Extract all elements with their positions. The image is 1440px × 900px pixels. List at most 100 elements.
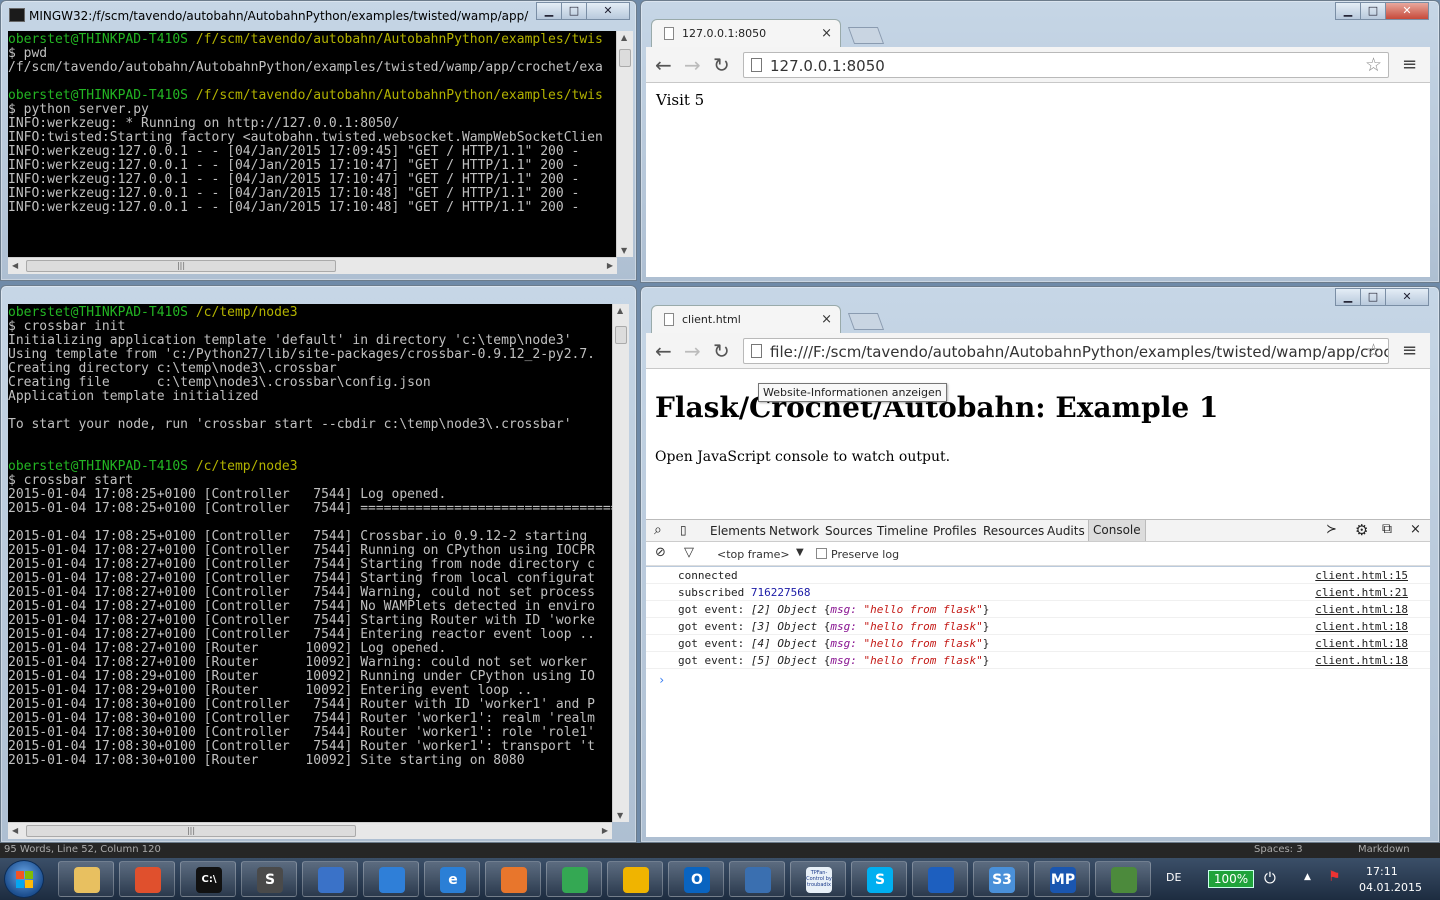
console-source-link[interactable]: client.html:18 <box>1315 620 1408 633</box>
tab-profiles[interactable]: Profiles <box>933 524 977 538</box>
language-indicator[interactable]: DE <box>1166 871 1181 884</box>
taskbar-app-button[interactable] <box>607 861 663 897</box>
tab-active[interactable]: client.html × <box>651 305 841 333</box>
tab-audits[interactable]: Audits <box>1047 524 1085 538</box>
console-output[interactable]: connected client.html:15 subscribed 716227… <box>646 567 1430 837</box>
preserve-log-checkbox[interactable] <box>816 548 827 559</box>
taskbar-app-button[interactable]: S <box>851 861 907 897</box>
clear-console-icon[interactable]: ⊘ <box>655 545 666 560</box>
scroll-up-icon[interactable]: ▲ <box>617 306 623 315</box>
clock-time[interactable]: 17:11 <box>1366 865 1398 878</box>
bookmark-star-icon[interactable]: ☆ <box>1365 340 1382 362</box>
back-icon[interactable]: ← <box>655 339 672 363</box>
console-source-link[interactable]: client.html:18 <box>1315 637 1408 650</box>
taskbar-app-button[interactable] <box>485 861 541 897</box>
scroll-thumb[interactable] <box>615 326 627 344</box>
taskbar-app-button[interactable] <box>58 861 114 897</box>
taskbar-app-button[interactable] <box>302 861 358 897</box>
close-button[interactable]: ✕ <box>586 2 630 20</box>
scroll-left-icon[interactable]: ◀ <box>12 826 18 835</box>
chrome-menu-icon[interactable]: ≡ <box>1402 54 1417 75</box>
clock-date[interactable]: 04.01.2015 <box>1359 881 1422 894</box>
taskbar-app-button[interactable]: S3 <box>973 861 1029 897</box>
vertical-scrollbar[interactable]: ▲ ▼ <box>612 304 629 822</box>
new-tab-button[interactable] <box>847 313 885 330</box>
tab-strip: 127.0.0.1:8050 × <box>641 1 1439 47</box>
horizontal-scrollbar[interactable]: ◀ ||| ▶ <box>8 822 612 839</box>
status-spaces[interactable]: Spaces: 3 <box>1254 844 1303 855</box>
drawer-toggle-icon[interactable]: ≻ <box>1326 522 1337 537</box>
scroll-down-icon[interactable]: ▼ <box>621 246 627 255</box>
chrome-icon <box>562 867 588 893</box>
taskbar-app-button[interactable]: e <box>424 861 480 897</box>
scroll-right-icon[interactable]: ▶ <box>602 826 608 835</box>
horizontal-scrollbar[interactable]: ◀ ||| ▶ <box>8 257 617 274</box>
taskbar-app-button[interactable]: C:\ <box>180 861 236 897</box>
settings-gear-icon[interactable]: ⚙ <box>1355 521 1368 539</box>
new-tab-button[interactable] <box>847 27 885 44</box>
bookmark-star-icon[interactable]: ☆ <box>1365 54 1382 76</box>
taskbar-app-button[interactable] <box>729 861 785 897</box>
taskbar-app-button[interactable]: TPFan-Control by troubadix <box>790 861 846 897</box>
frame-select[interactable]: <top frame> <box>717 548 790 561</box>
devtools-search-icon[interactable]: ⌕ <box>654 522 662 538</box>
minimize-button[interactable]: ▁ <box>536 2 562 20</box>
taskbar-app-button[interactable] <box>546 861 602 897</box>
tray-expand-icon[interactable]: ▲ <box>1304 872 1311 882</box>
taskbar-app-button[interactable]: O <box>668 861 724 897</box>
tab-elements[interactable]: Elements <box>710 524 766 538</box>
scroll-thumb[interactable] <box>619 49 631 67</box>
tab-timeline[interactable]: Timeline <box>877 524 928 538</box>
console-source-link[interactable]: client.html:21 <box>1315 586 1408 599</box>
dock-side-icon[interactable]: ⧉ <box>1382 521 1392 537</box>
frame-select-arrow-icon[interactable]: ▼ <box>796 547 804 558</box>
scroll-right-icon[interactable]: ▶ <box>607 261 613 270</box>
forward-icon[interactable]: → <box>684 53 701 77</box>
terminal-line: Creating file c:\temp\node3\.crossbar\co… <box>8 376 612 390</box>
page-icon <box>751 344 762 358</box>
forward-icon[interactable]: → <box>684 339 701 363</box>
terminal-output[interactable]: oberstet@THINKPAD-T410S /f/scm/tavendo/a… <box>8 31 617 257</box>
terminal-output[interactable]: oberstet@THINKPAD-T410S /c/temp/node3 $ c… <box>8 304 612 822</box>
scroll-up-icon[interactable]: ▲ <box>621 33 627 42</box>
device-mode-icon[interactable]: ▯ <box>680 523 687 537</box>
reload-icon[interactable]: ↻ <box>713 339 730 363</box>
reload-icon[interactable]: ↻ <box>713 53 730 77</box>
tab-active[interactable]: 127.0.0.1:8050 × <box>651 19 841 47</box>
console-source-link[interactable]: client.html:18 <box>1315 603 1408 616</box>
console-msg: subscribed <box>678 586 745 599</box>
console-source-link[interactable]: client.html:15 <box>1315 569 1408 582</box>
tab-sources[interactable]: Sources <box>825 524 872 538</box>
vertical-scrollbar[interactable]: ▲ ▼ <box>616 31 633 257</box>
tab-console[interactable]: Console <box>1088 520 1146 541</box>
taskbar-app-button[interactable] <box>119 861 175 897</box>
status-syntax[interactable]: Markdown <box>1358 844 1410 855</box>
taskbar-app-button[interactable]: MP <box>1034 861 1090 897</box>
start-button[interactable] <box>4 860 44 898</box>
taskbar-app-button[interactable] <box>363 861 419 897</box>
scroll-thumb[interactable]: ||| <box>26 260 336 272</box>
address-bar[interactable]: 127.0.0.1:8050 ☆ <box>743 52 1389 78</box>
filter-icon[interactable]: ▽ <box>684 545 694 560</box>
tab-resources[interactable]: Resources <box>983 524 1044 538</box>
taskbar-app-button[interactable] <box>1095 861 1151 897</box>
power-icon[interactable]: ⏻ <box>1264 869 1276 887</box>
maximize-button[interactable]: □ <box>561 2 587 20</box>
scroll-down-icon[interactable]: ▼ <box>617 811 623 820</box>
taskbar-app-button[interactable]: S <box>241 861 297 897</box>
address-bar[interactable]: file:///F:/scm/tavendo/autobahn/Autobahn… <box>743 338 1389 364</box>
back-icon[interactable]: ← <box>655 53 672 77</box>
tab-network[interactable]: Network <box>769 524 819 538</box>
tab-close-icon[interactable]: × <box>821 312 832 327</box>
console-source-link[interactable]: client.html:18 <box>1315 654 1408 667</box>
scroll-thumb[interactable]: ||| <box>26 825 356 837</box>
terminal-line: 2015-01-04 17:08:30+0100 [Controller 754… <box>8 726 612 740</box>
taskbar-app-button[interactable] <box>912 861 968 897</box>
tab-close-icon[interactable]: × <box>821 26 832 41</box>
console-prompt-icon[interactable]: › <box>658 673 665 687</box>
scroll-left-icon[interactable]: ◀ <box>12 261 18 270</box>
chrome-menu-icon[interactable]: ≡ <box>1402 340 1417 361</box>
devtools-close-icon[interactable]: × <box>1410 522 1421 537</box>
battery-indicator[interactable]: 100% <box>1208 870 1254 888</box>
action-center-flag-icon[interactable]: ⚑ <box>1328 869 1341 885</box>
